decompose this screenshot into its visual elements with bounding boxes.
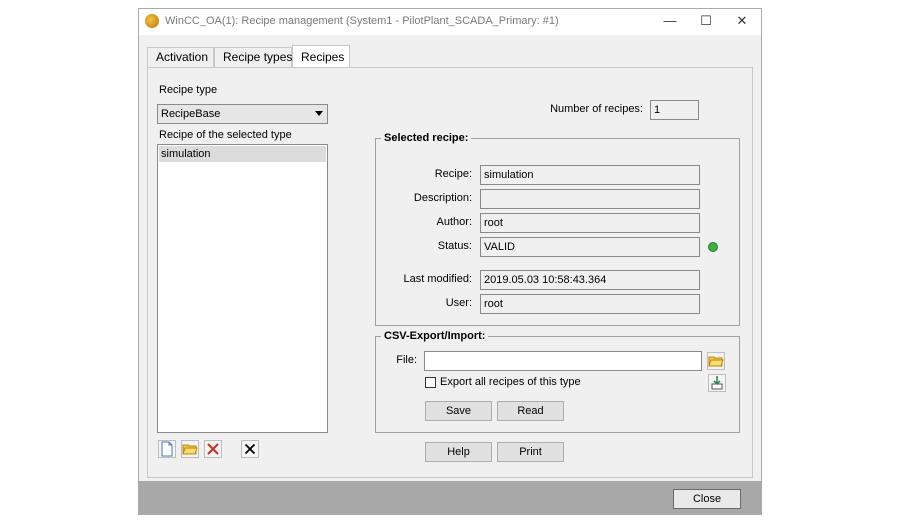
close-button[interactable]: Close bbox=[673, 489, 741, 509]
last-modified-label: Last modified: bbox=[403, 273, 472, 285]
app-icon bbox=[145, 14, 159, 28]
window-close-button[interactable]: ✕ bbox=[724, 9, 760, 35]
description-field bbox=[480, 189, 700, 209]
status-field: VALID bbox=[480, 237, 700, 257]
author-field: root bbox=[480, 213, 700, 233]
export-all-label: Export all recipes of this type bbox=[440, 376, 581, 388]
recipe-type-dropdown[interactable]: RecipeBase bbox=[157, 104, 328, 124]
recipe-name-field: simulation bbox=[480, 165, 700, 185]
csv-export-import-title: CSV-Export/Import: bbox=[381, 330, 489, 342]
recipe-list[interactable]: simulation bbox=[157, 144, 328, 433]
chevron-down-icon bbox=[315, 111, 323, 116]
minimize-button[interactable]: — bbox=[652, 9, 688, 35]
tab-recipes[interactable]: Recipes bbox=[292, 45, 350, 68]
title-bar: WinCC_OA(1): Recipe management (System1 … bbox=[139, 9, 761, 35]
download-icon bbox=[711, 376, 723, 390]
recipes-tab-panel: Recipe type RecipeBase Recipe of the sel… bbox=[147, 67, 753, 478]
new-document-icon bbox=[161, 441, 173, 457]
export-all-checkbox[interactable] bbox=[425, 377, 436, 388]
export-download-button[interactable] bbox=[708, 374, 726, 392]
selected-recipe-title: Selected recipe: bbox=[381, 132, 472, 144]
delete-icon bbox=[207, 443, 219, 455]
window-title: WinCC_OA(1): Recipe management (System1 … bbox=[165, 15, 559, 27]
read-button[interactable]: Read bbox=[497, 401, 564, 421]
recipe-type-label: Recipe type bbox=[159, 84, 218, 96]
file-label: File: bbox=[396, 354, 417, 366]
file-path-input[interactable] bbox=[424, 351, 702, 371]
delete-recipe-button[interactable] bbox=[204, 440, 222, 458]
number-of-recipes-field: 1 bbox=[650, 100, 699, 120]
number-of-recipes-label: Number of recipes: bbox=[550, 103, 643, 115]
open-folder-icon bbox=[182, 444, 198, 455]
status-label: Status: bbox=[437, 240, 472, 252]
recipe-management-window: WinCC_OA(1): Recipe management (System1 … bbox=[138, 8, 762, 515]
user-label: User: bbox=[445, 297, 472, 309]
bottom-bar: Close bbox=[139, 481, 761, 514]
recipe-list-label: Recipe of the selected type bbox=[159, 129, 292, 141]
clear-button[interactable] bbox=[241, 440, 259, 458]
recipe-name-label: Recipe: bbox=[434, 168, 472, 180]
open-folder-icon bbox=[708, 356, 724, 367]
list-item[interactable]: simulation bbox=[159, 146, 326, 162]
help-button[interactable]: Help bbox=[425, 442, 492, 462]
description-label: Description: bbox=[413, 192, 472, 204]
save-button[interactable]: Save bbox=[425, 401, 492, 421]
browse-file-button[interactable] bbox=[707, 352, 725, 370]
open-recipe-button[interactable] bbox=[181, 440, 199, 458]
status-indicator-icon bbox=[708, 242, 718, 252]
author-label: Author: bbox=[436, 216, 472, 228]
user-field: root bbox=[480, 294, 700, 314]
last-modified-field: 2019.05.03 10:58:43.364 bbox=[480, 270, 700, 290]
new-recipe-button[interactable] bbox=[158, 440, 176, 458]
close-icon bbox=[244, 443, 256, 455]
maximize-button[interactable]: ☐ bbox=[688, 9, 724, 35]
tab-recipe-types[interactable]: Recipe types bbox=[214, 47, 292, 68]
tab-activation[interactable]: Activation bbox=[147, 47, 214, 68]
recipe-type-selected: RecipeBase bbox=[161, 108, 221, 120]
print-button[interactable]: Print bbox=[497, 442, 564, 462]
